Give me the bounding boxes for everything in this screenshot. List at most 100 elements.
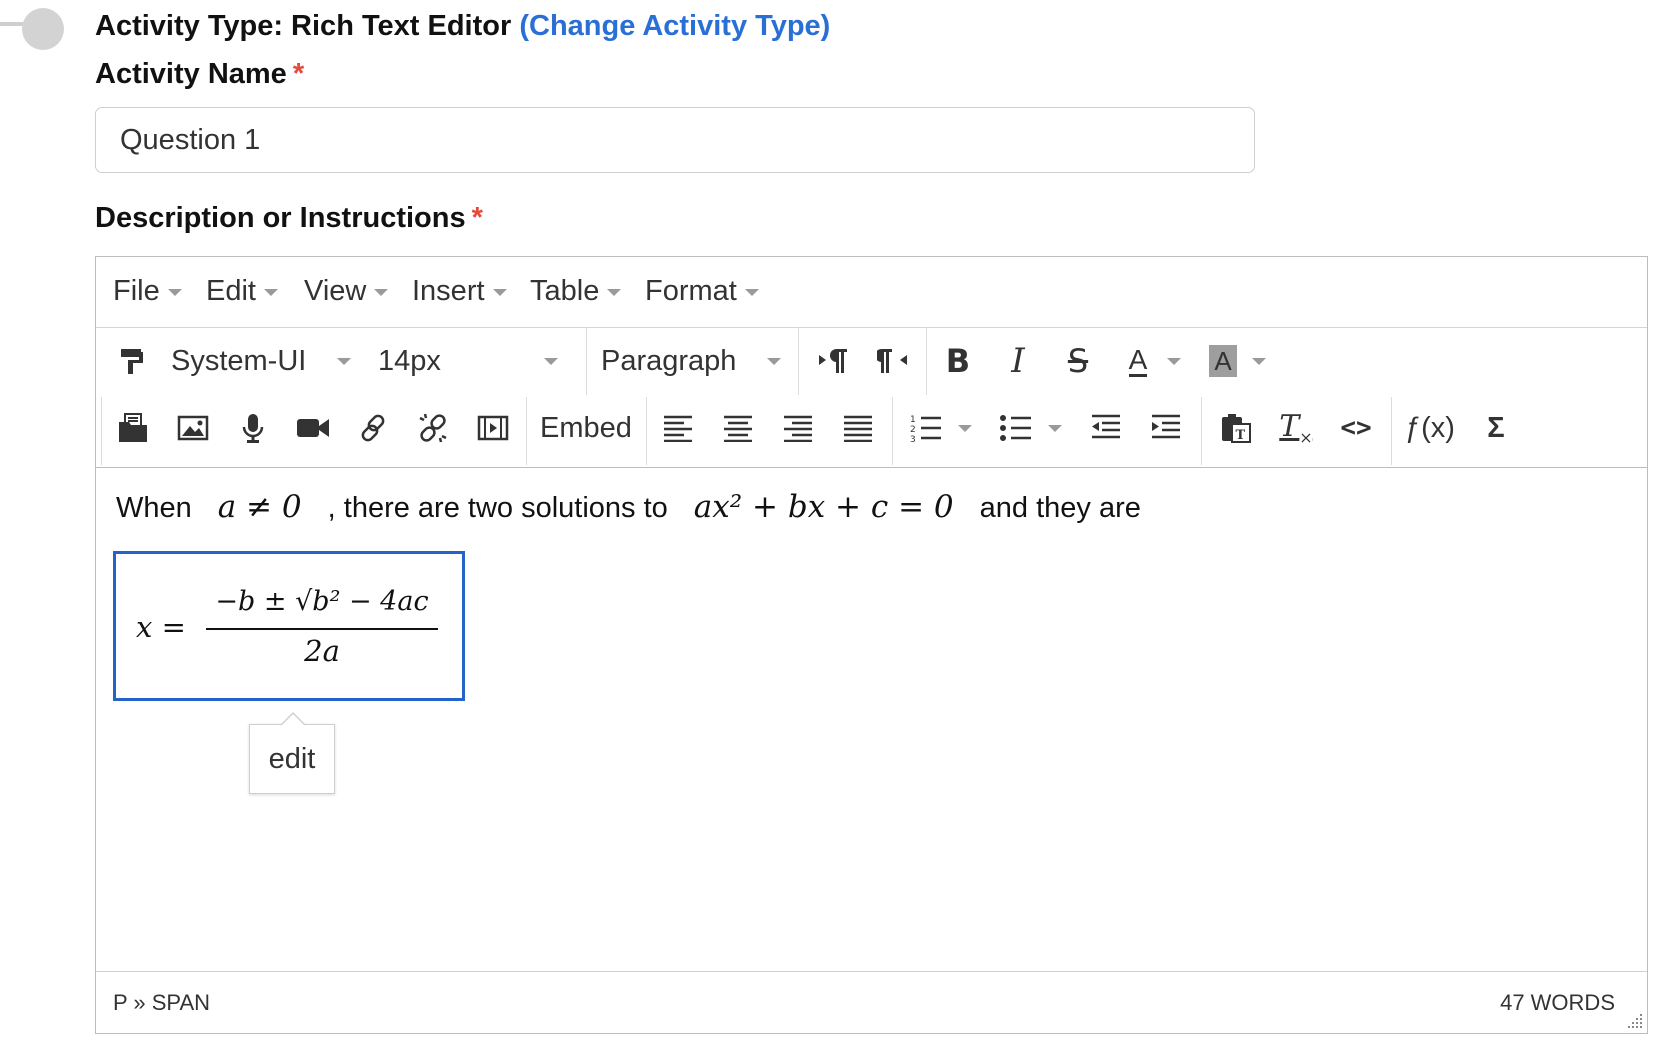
math-inline[interactable]: ax² + bx + c = 0 [694, 489, 954, 525]
link-button[interactable] [348, 402, 398, 454]
menu-edit[interactable]: Edit [206, 275, 278, 308]
sigma-icon: Σ [1487, 411, 1505, 444]
menu-format-label: Format [645, 275, 737, 307]
resize-handle-icon[interactable] [1625, 1011, 1643, 1029]
italic-button[interactable]: I [993, 335, 1043, 387]
svg-text:2: 2 [910, 425, 916, 435]
text-color-dropdown[interactable] [1162, 335, 1186, 387]
strikethrough-icon: S [1067, 342, 1089, 380]
align-center-icon [724, 415, 752, 442]
align-justify-button[interactable] [833, 402, 883, 454]
edit-label: edit [268, 742, 316, 775]
format-painter-button[interactable] [108, 335, 158, 387]
paste-text-icon: T [1222, 414, 1251, 443]
record-audio-button[interactable] [228, 402, 278, 454]
outdent-button[interactable] [1081, 402, 1131, 454]
math-inline[interactable]: a ≠ 0 [218, 489, 302, 525]
change-activity-type-link[interactable]: (Change Activity Type) [519, 10, 830, 42]
bullet-list-dropdown[interactable] [1043, 402, 1067, 454]
content-text: and they are [979, 492, 1141, 524]
clear-formatting-icon: T× [1279, 409, 1313, 447]
toolbar-divider [646, 397, 647, 465]
activity-name-label: Activity Name * [95, 58, 304, 91]
align-left-icon [664, 415, 692, 442]
chevron-down-icon [544, 357, 558, 365]
function-icon: ƒ(x) [1405, 411, 1455, 444]
element-path[interactable]: P » SPAN [113, 990, 210, 1016]
align-right-button[interactable] [773, 402, 823, 454]
required-mark: * [292, 58, 305, 90]
background-color-dropdown[interactable] [1247, 335, 1271, 387]
source-code-button[interactable]: <> [1331, 402, 1381, 454]
menu-table-label: Table [530, 275, 600, 307]
media-button[interactable] [468, 402, 518, 454]
font-family-select[interactable]: System-UI [171, 335, 351, 387]
bold-button[interactable]: B [933, 335, 983, 387]
editor-statusbar: P » SPAN 47 WORDS [96, 971, 1647, 1033]
align-center-button[interactable] [713, 402, 763, 454]
svg-text:T: T [1236, 428, 1246, 443]
word-count: 47 WORDS [1500, 990, 1615, 1015]
chevron-down-icon [744, 288, 759, 296]
timeline-node [22, 8, 64, 50]
activity-name-input[interactable] [95, 107, 1255, 173]
microphone-icon [242, 414, 264, 443]
numbered-list-icon: 123 [910, 415, 941, 443]
menu-edit-label: Edit [206, 275, 256, 307]
align-left-button[interactable] [653, 402, 703, 454]
menu-file-label: File [113, 275, 160, 307]
ltr-button[interactable] [808, 335, 858, 387]
sum-button[interactable]: Σ [1471, 402, 1521, 454]
rtl-button[interactable] [868, 335, 918, 387]
rich-text-editor: File Edit View Insert Table Format Syste… [95, 256, 1648, 1034]
description-label-text: Description or Instructions [95, 202, 466, 234]
text-color-button[interactable]: A [1113, 335, 1163, 387]
unlink-button[interactable] [408, 402, 458, 454]
record-video-button[interactable] [288, 402, 338, 454]
align-justify-icon [844, 415, 872, 442]
edit-formula-tooltip[interactable]: edit [249, 712, 335, 794]
menu-insert[interactable]: Insert [412, 275, 507, 308]
bold-icon: B [945, 342, 971, 380]
video-icon [297, 419, 329, 437]
align-right-icon [784, 415, 812, 442]
link-icon [361, 414, 385, 442]
background-color-button[interactable]: A [1198, 335, 1248, 387]
menu-insert-label: Insert [412, 275, 485, 307]
embed-button[interactable]: Embed [536, 402, 636, 454]
source-code-icon: <> [1340, 413, 1372, 443]
toolbar-divider [101, 397, 102, 465]
editor-content[interactable]: When a ≠ 0 , there are two solutions to … [96, 467, 1647, 972]
image-button[interactable] [168, 402, 218, 454]
bullet-list-button[interactable] [991, 402, 1041, 454]
chevron-down-icon [374, 288, 389, 296]
svg-text:3: 3 [910, 435, 916, 443]
font-size-select[interactable]: 14px [378, 335, 558, 387]
file-manager-button[interactable] [108, 402, 158, 454]
text-color-icon: A [1128, 343, 1148, 377]
paste-text-button[interactable]: T [1211, 402, 1261, 454]
indent-button[interactable] [1141, 402, 1191, 454]
menu-table[interactable]: Table [530, 275, 622, 308]
toolbar-divider [1201, 397, 1202, 465]
activity-type-line: Activity Type: Rich Text Editor (Change … [95, 10, 830, 43]
chevron-down-icon [958, 424, 972, 432]
toolbar-divider [526, 397, 527, 465]
toolbar-divider [1391, 397, 1392, 465]
outdent-icon [1092, 414, 1120, 439]
chevron-down-icon [607, 288, 622, 296]
menu-format[interactable]: Format [645, 275, 759, 308]
editor-menubar: File Edit View Insert Table Format [96, 257, 1647, 328]
block-format-value: Paragraph [601, 344, 737, 377]
chevron-down-icon [1252, 357, 1266, 365]
selected-formula[interactable]: x = −b ± √b² − 4ac 2a [113, 551, 465, 701]
block-format-select[interactable]: Paragraph [601, 335, 781, 387]
strikethrough-button[interactable]: S [1053, 335, 1103, 387]
menu-file[interactable]: File [113, 275, 182, 308]
numbered-list-dropdown[interactable] [953, 402, 977, 454]
math-function-button[interactable]: ƒ(x) [1399, 402, 1461, 454]
clear-formatting-button[interactable]: T× [1271, 402, 1321, 454]
bullet-list-icon [1000, 415, 1031, 441]
numbered-list-button[interactable]: 123 [901, 402, 951, 454]
menu-view[interactable]: View [304, 275, 389, 308]
